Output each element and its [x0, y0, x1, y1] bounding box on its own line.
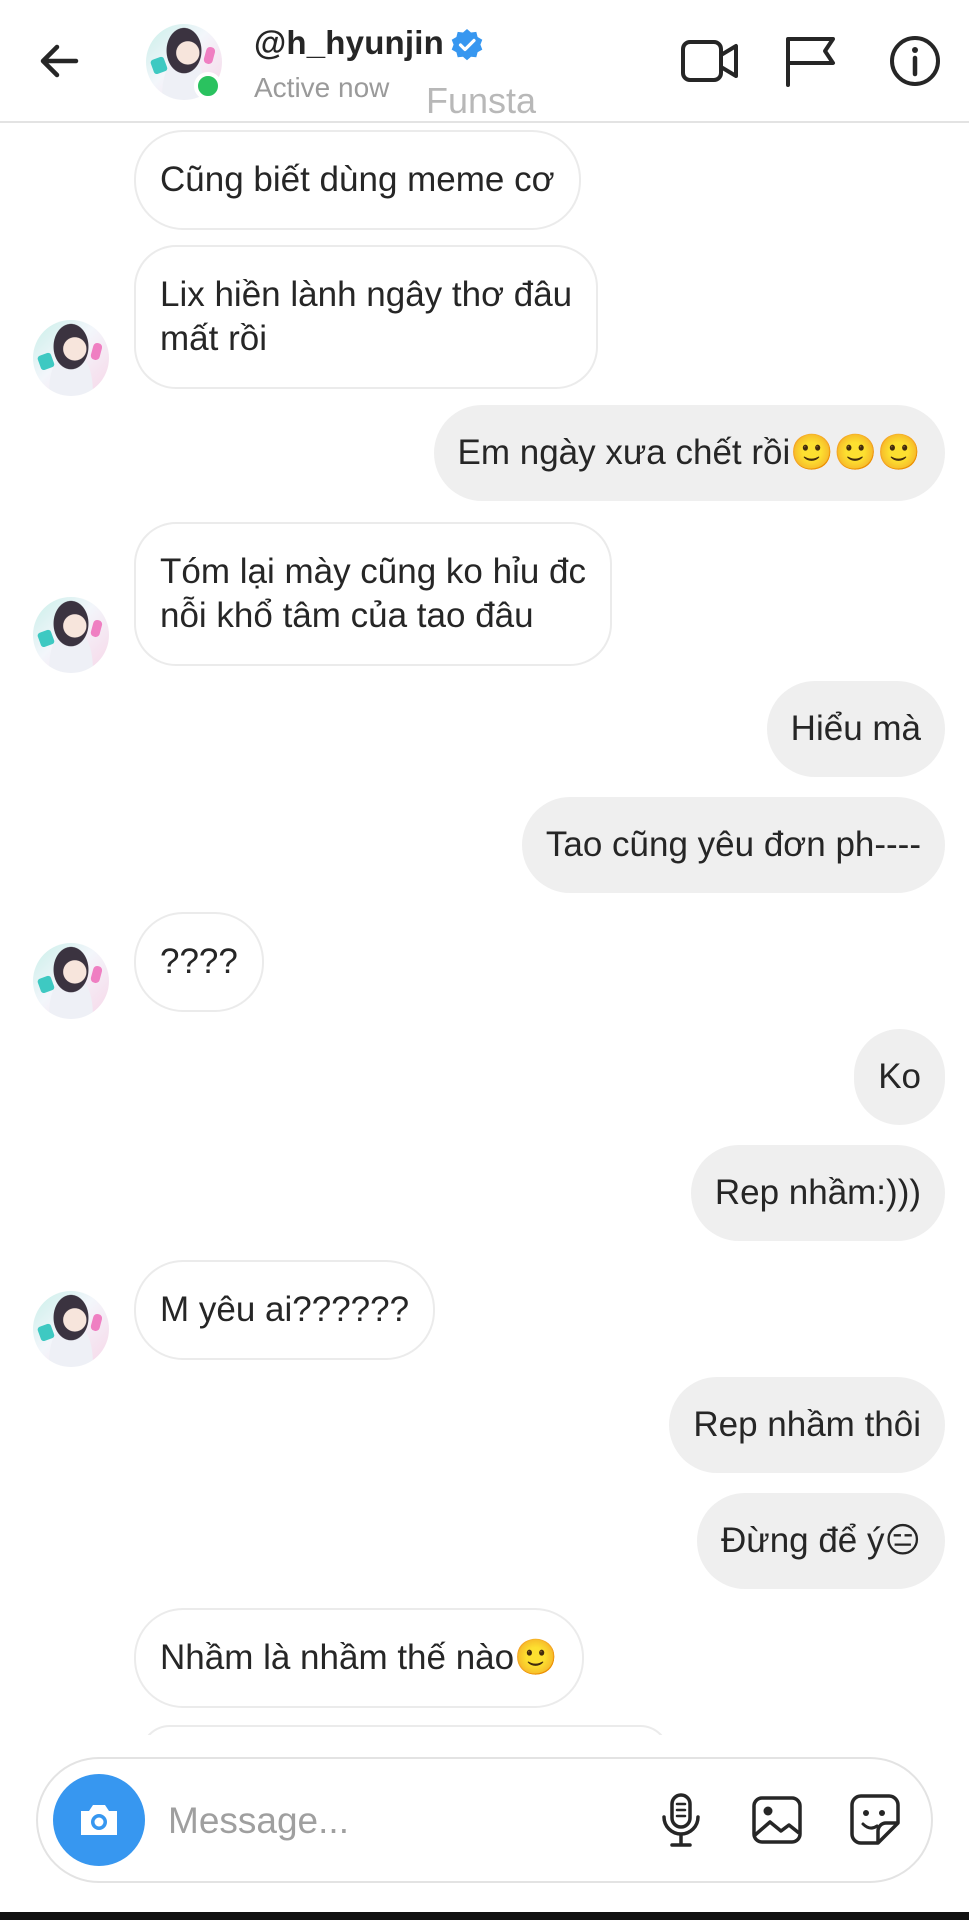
- sticker-button[interactable]: [844, 1789, 906, 1851]
- sender-avatar[interactable]: [33, 320, 109, 396]
- message-input[interactable]: [168, 1791, 548, 1851]
- message-outgoing[interactable]: Hiểu mà: [766, 681, 945, 777]
- video-call-button[interactable]: [679, 30, 741, 92]
- chat-username[interactable]: @h_hyunjin: [254, 24, 444, 62]
- message-outgoing[interactable]: Đừng để ý😑: [696, 1493, 945, 1589]
- message-incoming[interactable]: Tóm lại mày cũng ko hỉu đc nỗi khổ tâm c…: [134, 522, 613, 666]
- video-call-icon: [681, 40, 738, 82]
- gallery-button[interactable]: [746, 1789, 808, 1851]
- profile-photo: [33, 320, 109, 396]
- online-indicator: [194, 72, 222, 100]
- message-incoming[interactable]: M yêu ai??????: [134, 1260, 436, 1360]
- message-thread[interactable]: Cũng biết dùng meme cơ Lix hiền lành ngâ…: [0, 125, 969, 1735]
- active-status: Active now: [254, 72, 390, 103]
- navigation-bar-edge: [0, 1912, 969, 1920]
- message-incoming-partial[interactable]: [140, 1725, 670, 1735]
- sender-avatar[interactable]: [33, 1291, 109, 1367]
- message-outgoing[interactable]: Ko: [854, 1029, 945, 1125]
- profile-photo: [33, 597, 109, 673]
- message-incoming[interactable]: Cũng biết dùng meme cơ: [134, 130, 581, 230]
- voice-message-button[interactable]: [650, 1789, 712, 1851]
- gallery-icon: [752, 1796, 802, 1844]
- sender-avatar[interactable]: [33, 597, 109, 673]
- report-button[interactable]: [780, 30, 842, 92]
- message-composer: [36, 1757, 933, 1883]
- chat-header: @h_hyunjin Active now Funsta: [0, 0, 969, 123]
- message-outgoing[interactable]: Em ngày xưa chết rồi🙂🙂🙂: [433, 405, 945, 501]
- watermark-text: Funsta: [426, 80, 537, 121]
- message-outgoing[interactable]: Rep nhầm:))): [690, 1145, 945, 1241]
- profile-photo: [33, 1291, 109, 1367]
- info-icon: [890, 36, 940, 86]
- back-button[interactable]: [34, 36, 84, 86]
- back-arrow-icon: [40, 44, 79, 78]
- message-incoming[interactable]: Lix hiền lành ngây thơ đâu mất rồi: [134, 245, 599, 389]
- camera-button[interactable]: [53, 1774, 145, 1866]
- profile-photo: [33, 943, 109, 1019]
- flag-icon: [786, 37, 835, 87]
- sticker-icon: [850, 1794, 900, 1845]
- message-incoming[interactable]: Nhầm là nhầm thế nào🙂: [134, 1608, 584, 1708]
- message-outgoing[interactable]: Tao cũng yêu đơn ph----: [521, 797, 945, 893]
- message-incoming[interactable]: ????: [134, 912, 264, 1012]
- header-avatar[interactable]: [146, 24, 222, 100]
- microphone-icon: [662, 1793, 700, 1847]
- sender-avatar[interactable]: [33, 943, 109, 1019]
- verified-badge-icon: [450, 28, 484, 62]
- info-button[interactable]: [884, 30, 946, 92]
- message-outgoing[interactable]: Rep nhầm thôi: [669, 1377, 945, 1473]
- camera-icon: [81, 1805, 117, 1835]
